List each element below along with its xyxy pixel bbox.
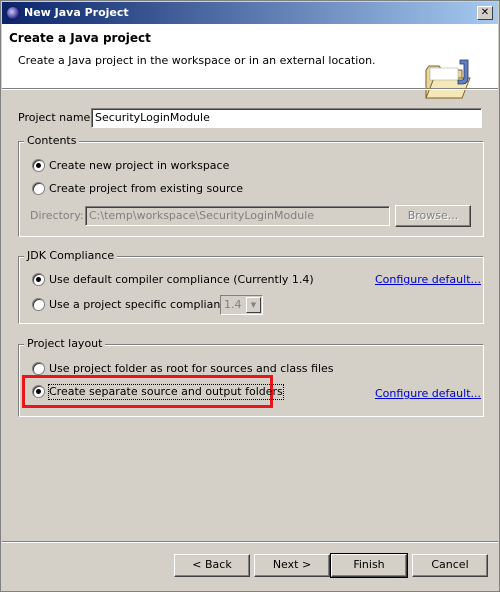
specific-compliance-label[interactable]: Use a project specific compliance: bbox=[49, 298, 237, 312]
layout-configure-default-link[interactable]: Configure default... bbox=[375, 387, 481, 401]
cancel-button[interactable]: Cancel bbox=[412, 554, 488, 577]
button-bar-divider bbox=[2, 541, 498, 543]
project-name-field[interactable]: SecurityLoginModule bbox=[91, 108, 482, 128]
banner-divider bbox=[2, 88, 498, 90]
wizard-banner: Create a Java project Create a Java proj… bbox=[2, 24, 498, 99]
separate-folders-radio[interactable] bbox=[32, 385, 45, 398]
eclipse-icon bbox=[6, 6, 20, 20]
specific-compliance-radio[interactable] bbox=[32, 298, 45, 311]
browse-button: Browse... bbox=[395, 205, 471, 227]
next-button[interactable]: Next > bbox=[254, 554, 330, 577]
title-bar[interactable]: New Java Project ✕ bbox=[2, 2, 498, 24]
default-compliance-label[interactable]: Use default compiler compliance (Current… bbox=[49, 273, 314, 287]
new-project-radio[interactable] bbox=[32, 159, 45, 172]
finish-button[interactable]: Finish bbox=[330, 553, 408, 578]
existing-source-label[interactable]: Create project from existing source bbox=[49, 182, 243, 196]
window-title: New Java Project bbox=[24, 6, 129, 19]
directory-label: Directory: bbox=[30, 209, 84, 222]
back-button[interactable]: < Back bbox=[174, 554, 250, 577]
compliance-value: 1.4 bbox=[224, 298, 242, 311]
banner-subtitle: Create a Java project in the workspace o… bbox=[18, 54, 376, 67]
close-button[interactable]: ✕ bbox=[477, 6, 493, 20]
compliance-select: 1.4 ▼ bbox=[220, 295, 263, 315]
jdk-configure-default-link[interactable]: Configure default... bbox=[375, 273, 481, 287]
directory-field: C:\temp\workspace\SecurityLoginModule bbox=[85, 206, 390, 226]
project-layout-group-title: Project layout bbox=[24, 337, 106, 350]
dropdown-arrow-icon: ▼ bbox=[246, 297, 261, 313]
project-name-label: Project name: bbox=[18, 111, 95, 124]
jdk-group-title: JDK Compliance bbox=[24, 249, 118, 262]
new-project-label[interactable]: Create new project in workspace bbox=[49, 159, 229, 173]
existing-source-radio[interactable] bbox=[32, 182, 45, 195]
separate-folders-label[interactable]: Create separate source and output folder… bbox=[48, 384, 284, 400]
contents-group-title: Contents bbox=[24, 134, 80, 147]
root-folder-label[interactable]: Use project folder as root for sources a… bbox=[49, 362, 334, 376]
default-compliance-radio[interactable] bbox=[32, 273, 45, 286]
banner-title: Create a Java project bbox=[9, 31, 151, 45]
root-folder-radio[interactable] bbox=[32, 362, 45, 375]
new-java-project-dialog: New Java Project ✕ Create a Java project… bbox=[0, 0, 500, 592]
java-folder-icon bbox=[425, 59, 471, 99]
